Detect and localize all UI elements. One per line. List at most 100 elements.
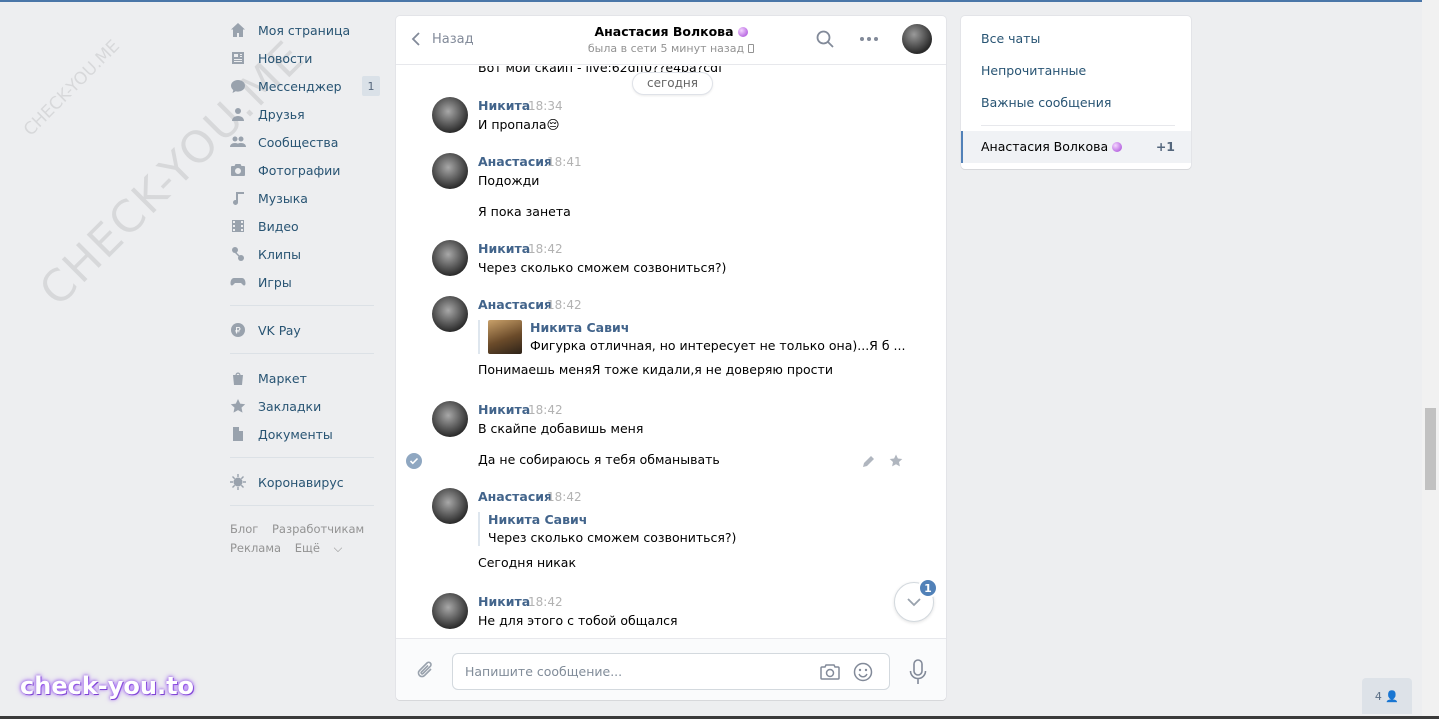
message-time: 18:42 bbox=[528, 403, 563, 417]
nav-vkpay[interactable]: ₽ VK Pay bbox=[230, 316, 380, 344]
peer-avatar[interactable] bbox=[902, 24, 932, 54]
nav-messenger[interactable]: Мессенджер 1 bbox=[230, 72, 380, 100]
message-author[interactable]: Анастасия bbox=[478, 154, 552, 169]
avatar[interactable] bbox=[432, 488, 468, 524]
nav-friends[interactable]: Друзья bbox=[230, 100, 380, 128]
message-input[interactable] bbox=[465, 654, 805, 689]
nav-photos[interactable]: Фотографии bbox=[230, 156, 380, 184]
footer-blog-link[interactable]: Блог bbox=[230, 522, 258, 536]
forwarded-author[interactable]: Никита Савич bbox=[488, 512, 736, 527]
person-icon: 👤 bbox=[1385, 689, 1400, 703]
nav-label: Моя страница bbox=[258, 22, 351, 38]
filter-all-chats[interactable]: Все чаты bbox=[981, 31, 1040, 46]
music-icon bbox=[230, 190, 246, 206]
message-time: 18:34 bbox=[528, 99, 563, 113]
news-icon bbox=[230, 50, 246, 66]
watermark-small: CHECK-YOU.ME bbox=[20, 36, 124, 141]
avatar[interactable] bbox=[432, 153, 468, 189]
gamepad-icon bbox=[230, 274, 246, 290]
message-author[interactable]: Никита bbox=[478, 594, 530, 609]
chat-filter-panel: Все чаты Непрочитанные Важные сообщения … bbox=[961, 16, 1191, 169]
friends-online-count: 4 bbox=[1374, 689, 1382, 703]
forwarded-message[interactable]: Никита Савич Фигурка отличная, но интере… bbox=[478, 320, 905, 354]
search-icon bbox=[816, 30, 834, 48]
star-icon[interactable] bbox=[889, 454, 903, 468]
messenger-icon bbox=[230, 78, 246, 94]
avatar[interactable] bbox=[432, 240, 468, 276]
nav-music[interactable]: Музыка bbox=[230, 184, 380, 212]
filter-unread[interactable]: Непрочитанные bbox=[981, 63, 1086, 78]
message-time: 18:42 bbox=[547, 490, 582, 504]
message-author[interactable]: Никита bbox=[478, 402, 530, 417]
avatar[interactable] bbox=[432, 593, 468, 629]
communities-icon bbox=[230, 134, 246, 150]
footer-ads-link[interactable]: Реклама bbox=[230, 541, 281, 555]
nav-label: Музыка bbox=[258, 190, 308, 206]
nav-separator bbox=[230, 305, 374, 306]
mobile-icon bbox=[748, 44, 755, 53]
nav-my-page[interactable]: Моя страница bbox=[230, 16, 380, 44]
footer-more-link[interactable]: Ещё ⌵ bbox=[295, 541, 353, 555]
scrollbar-thumb[interactable] bbox=[1425, 408, 1436, 490]
microphone-icon[interactable] bbox=[908, 659, 928, 685]
nav-label: Мессенджер bbox=[258, 78, 342, 94]
purple-badge-icon bbox=[737, 27, 748, 37]
avatar[interactable] bbox=[432, 401, 468, 437]
nav-separator bbox=[230, 457, 374, 458]
nav-documents[interactable]: Документы bbox=[230, 420, 380, 448]
nav-label: Документы bbox=[258, 426, 333, 442]
message-time: 18:41 bbox=[547, 155, 582, 169]
nav-coronavirus[interactable]: Коронавирус bbox=[230, 468, 380, 496]
paperclip-icon[interactable] bbox=[416, 659, 436, 681]
forwarded-message[interactable]: Никита Савич Через сколько сможем созвон… bbox=[478, 512, 736, 546]
avatar[interactable] bbox=[432, 97, 468, 133]
message-time: 18:42 bbox=[547, 298, 582, 312]
message-author[interactable]: Анастасия bbox=[478, 489, 552, 504]
nav-bookmarks[interactable]: Закладки bbox=[230, 392, 380, 420]
nav-separator bbox=[230, 353, 374, 354]
nav-games[interactable]: Игры bbox=[230, 268, 380, 296]
message-input-box[interactable] bbox=[452, 653, 890, 690]
edit-icon[interactable] bbox=[862, 454, 876, 468]
selected-check-icon[interactable] bbox=[406, 453, 422, 469]
active-chat-item[interactable]: Анастасия Волкова +1 bbox=[961, 131, 1191, 163]
footer-dev-link[interactable]: Разработчикам bbox=[272, 522, 364, 536]
footer-more-label: Ещё bbox=[294, 541, 320, 555]
more-button[interactable] bbox=[858, 28, 880, 50]
message-author[interactable]: Никита bbox=[478, 98, 530, 113]
nav-label: Видео bbox=[258, 218, 299, 234]
forwarded-author[interactable]: Никита Савич bbox=[530, 320, 905, 335]
message-text: Не для этого с тобой общался bbox=[478, 613, 678, 628]
chat-header: Назад Анастасия Волкова была в сети 5 ми… bbox=[396, 16, 946, 65]
filter-important[interactable]: Важные сообщения bbox=[981, 95, 1111, 110]
nav-separator bbox=[230, 505, 374, 506]
chevron-down-icon bbox=[907, 598, 921, 607]
page-scrollbar[interactable] bbox=[1422, 0, 1439, 719]
search-button[interactable] bbox=[814, 28, 836, 50]
date-separator: сегодня bbox=[632, 72, 713, 95]
friends-icon bbox=[230, 106, 246, 122]
brand-watermark: check-you.to bbox=[20, 672, 195, 700]
friends-online-button[interactable]: 4 👤 bbox=[1362, 678, 1412, 714]
nav-label: VK Pay bbox=[258, 322, 301, 338]
message-time: 18:42 bbox=[528, 595, 563, 609]
nav-news[interactable]: Новости bbox=[230, 44, 380, 72]
camera-icon bbox=[230, 162, 246, 178]
forwarded-photo[interactable] bbox=[488, 320, 522, 354]
avatar[interactable] bbox=[432, 296, 468, 332]
message-text: Сегодня никак bbox=[478, 555, 576, 570]
message-author[interactable]: Никита bbox=[478, 241, 530, 256]
camera-icon[interactable] bbox=[819, 662, 841, 682]
chevron-down-icon: ⌵ bbox=[333, 541, 343, 555]
nav-label: Маркет bbox=[258, 370, 307, 386]
message-text: Через сколько сможем созвониться?) bbox=[478, 260, 727, 275]
emoji-icon[interactable] bbox=[853, 662, 873, 682]
nav-label: Сообщества bbox=[258, 134, 339, 150]
nav-clips[interactable]: Клипы bbox=[230, 240, 380, 268]
message-author[interactable]: Анастасия bbox=[478, 297, 552, 312]
nav-communities[interactable]: Сообщества bbox=[230, 128, 380, 156]
nav-label: Новости bbox=[258, 50, 313, 66]
nav-video[interactable]: Видео bbox=[230, 212, 380, 240]
vkpay-icon: ₽ bbox=[230, 322, 246, 338]
nav-market[interactable]: Маркет bbox=[230, 364, 380, 392]
